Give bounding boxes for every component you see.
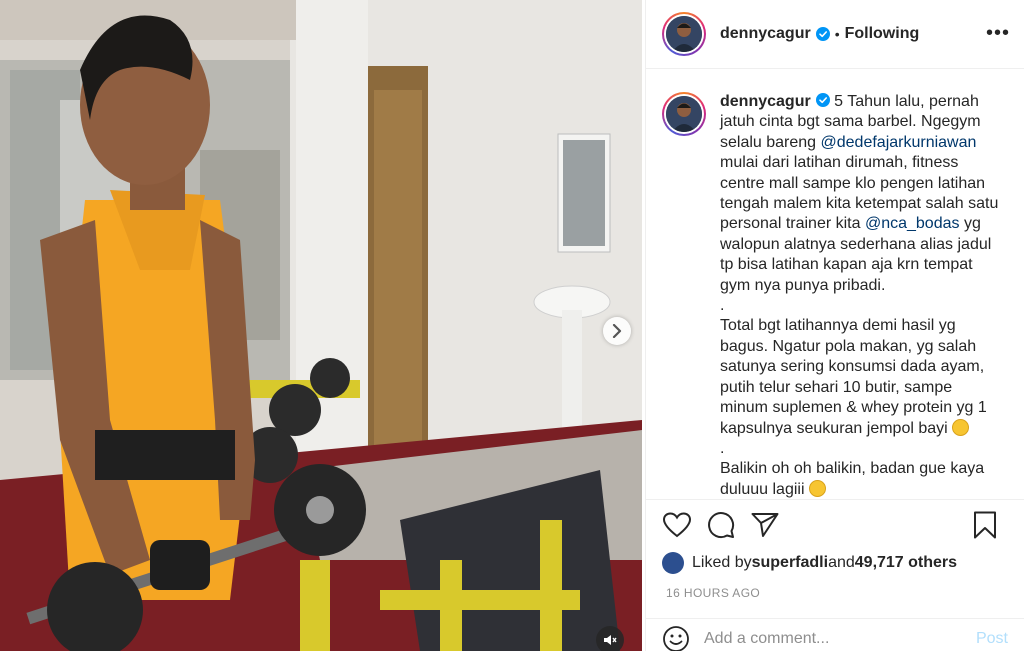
paper-plane-icon (751, 513, 779, 537)
laughing-emoji-icon (952, 418, 970, 436)
caption-paragraph-2: Total bgt latihannya demi hasil yg bagus… (720, 317, 987, 437)
emoji-icon (808, 479, 826, 497)
more-options-button[interactable]: ••• (986, 22, 1010, 45)
gym-video-frame (0, 0, 642, 651)
post-sidebar: dennycagur • Following ••• dennycagur 5 … (645, 0, 1024, 651)
separator-dot: • (834, 26, 840, 42)
likes-middle: and (828, 554, 855, 571)
comment-icon (708, 512, 735, 539)
comment-bar: Post (646, 618, 1024, 651)
likes-count-link[interactable]: 49,717 others (855, 554, 957, 572)
mention-link[interactable]: @dedefajarkurniawan (821, 134, 977, 151)
profile-photo (666, 96, 702, 132)
next-slide-button[interactable] (603, 317, 631, 345)
post-header: dennycagur • Following ••• (646, 0, 1024, 69)
avatar[interactable] (662, 12, 706, 56)
comment-button[interactable] (706, 510, 736, 540)
post-comment-button[interactable]: Post (976, 630, 1008, 648)
likes-summary: Liked by superfadli and 49,717 others (646, 550, 1024, 576)
comment-input[interactable] (704, 629, 968, 648)
post-actions: Liked by superfadli and 49,717 others 16… (646, 499, 1024, 600)
heart-icon (663, 512, 691, 538)
speaker-muted-icon (604, 635, 617, 645)
caption-avatar[interactable] (662, 92, 706, 136)
profile-photo (666, 16, 702, 52)
verified-badge-icon (815, 27, 830, 41)
liker-username[interactable]: superfadli (752, 554, 828, 572)
caption-paragraph-3: Balikin oh oh balikin, badan gue kaya du… (720, 460, 985, 498)
post-timestamp[interactable]: 16 HOURS AGO (646, 576, 1024, 600)
header-username[interactable]: dennycagur (720, 25, 811, 43)
share-button[interactable] (750, 510, 780, 540)
caption-scroll-area[interactable]: dennycagur 5 Tahun lalu, pernah jatuh ci… (646, 70, 1024, 498)
caption-separator: . (720, 297, 725, 315)
post-media-video[interactable] (0, 0, 642, 651)
mute-toggle-button[interactable] (596, 626, 624, 651)
caption-username[interactable]: dennycagur (720, 93, 811, 110)
bookmark-icon (974, 511, 996, 539)
mention-link[interactable]: @nca_bodas (865, 215, 960, 232)
likes-prefix: Liked by (692, 554, 752, 571)
liker-avatar[interactable] (662, 552, 684, 574)
chevron-right-icon (612, 324, 622, 338)
caption-text: dennycagur 5 Tahun lalu, pernah jatuh ci… (720, 92, 1002, 498)
like-button[interactable] (662, 510, 692, 540)
smiley-icon[interactable] (662, 625, 690, 651)
save-button[interactable] (970, 510, 1000, 540)
caption-separator: . (720, 439, 725, 457)
following-button[interactable]: Following (845, 25, 920, 43)
verified-badge-icon (815, 93, 830, 107)
